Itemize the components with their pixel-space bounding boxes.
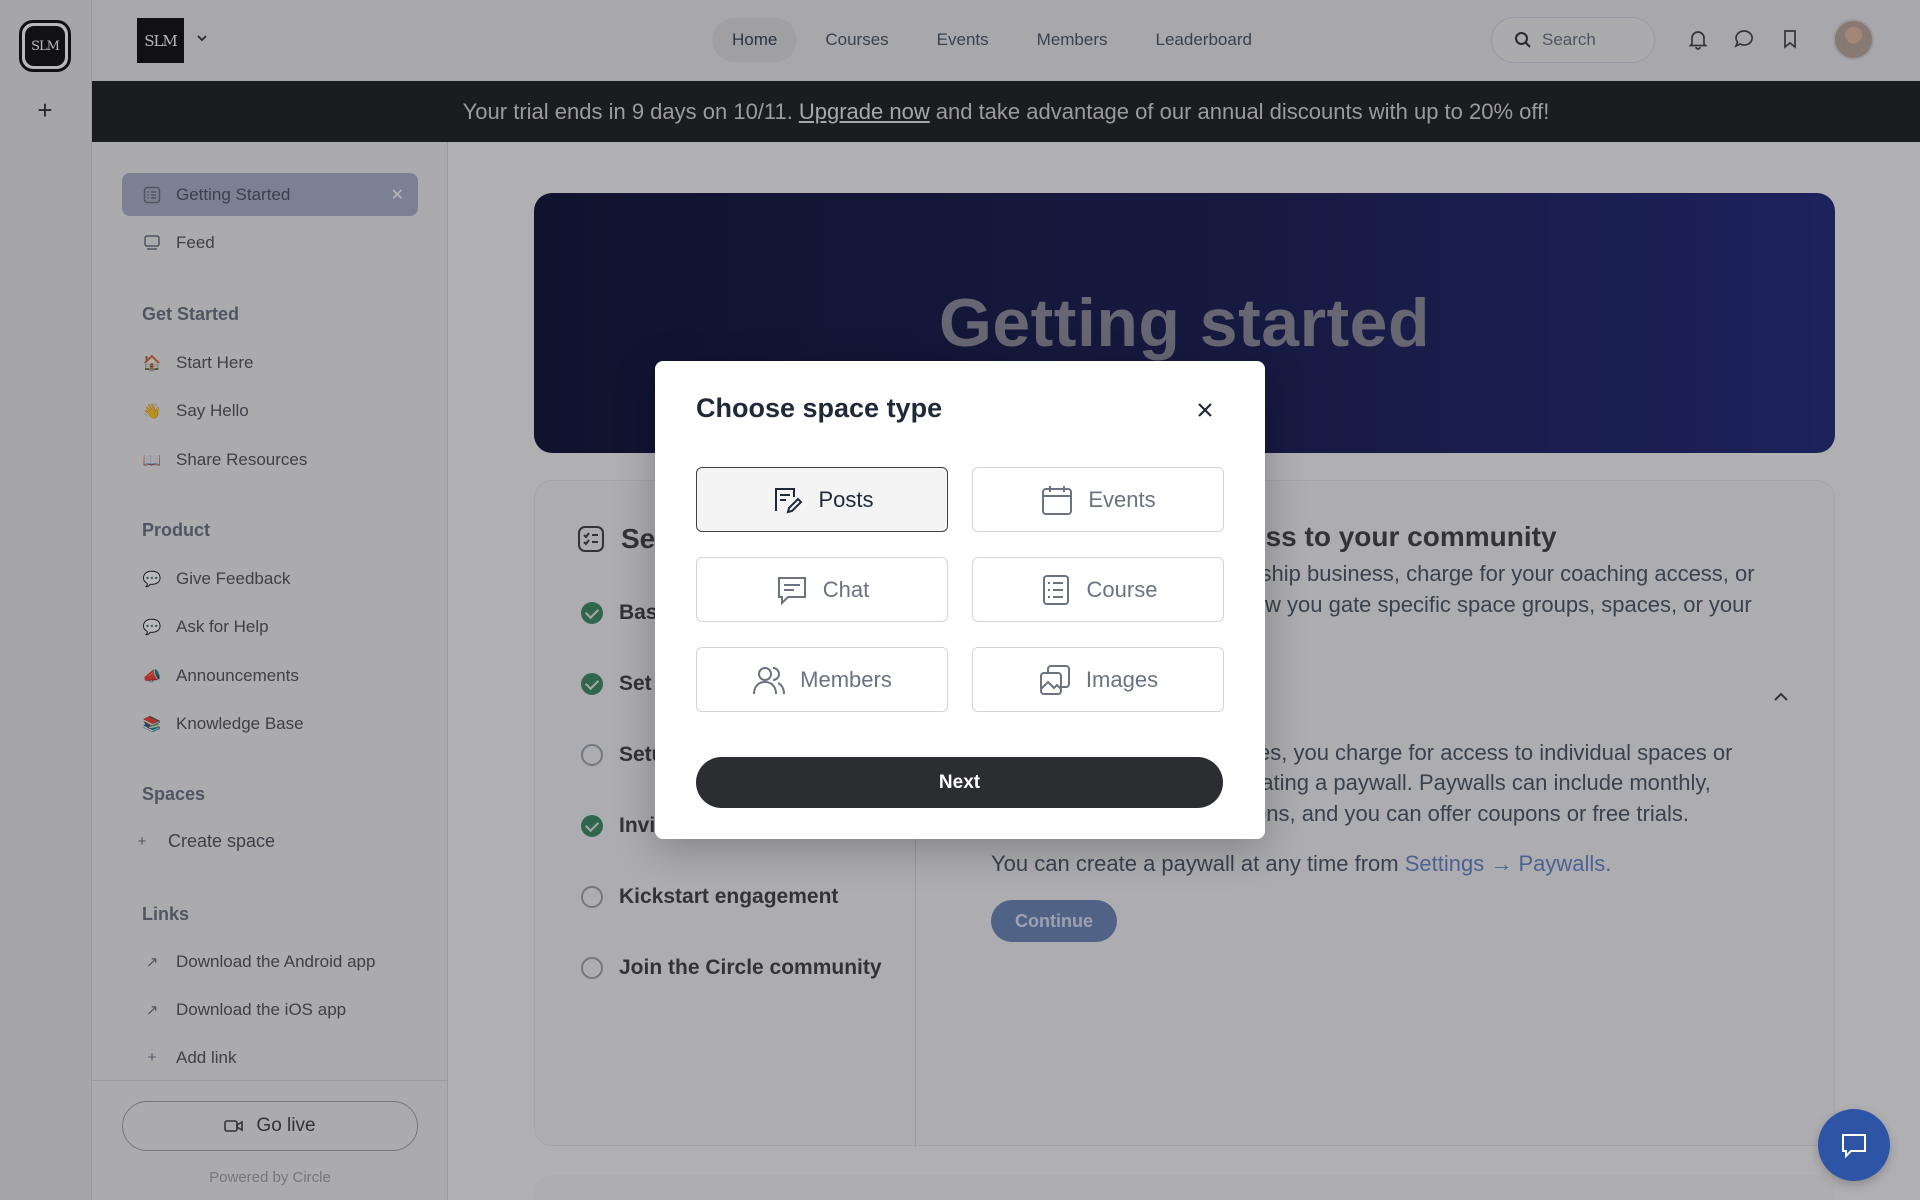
modal-title: Choose space type [696, 393, 943, 423]
images-icon [1039, 664, 1070, 695]
option-label: Course [1086, 576, 1158, 602]
option-label: Events [1088, 486, 1156, 512]
support-chat-button[interactable] [1818, 1109, 1890, 1181]
space-type-posts[interactable]: Posts [696, 467, 948, 532]
space-type-events[interactable]: Events [972, 467, 1224, 532]
members-icon [753, 666, 786, 694]
next-button[interactable]: Next [696, 757, 1223, 808]
close-icon[interactable] [1192, 397, 1218, 423]
calendar-icon [1042, 485, 1073, 515]
chat-icon [777, 576, 806, 605]
space-type-members[interactable]: Members [696, 647, 948, 712]
chat-bubble-icon [1842, 1134, 1866, 1159]
option-label: Images [1085, 666, 1159, 692]
space-type-course[interactable]: Course [972, 557, 1224, 622]
choose-space-type-modal: Choose space type Posts Events Chat Cour… [655, 361, 1265, 839]
space-type-chat[interactable]: Chat [696, 557, 948, 622]
posts-icon [775, 487, 803, 513]
option-label: Members [800, 666, 892, 692]
option-label: Posts [818, 486, 874, 512]
space-type-images[interactable]: Images [972, 647, 1224, 712]
option-label: Chat [822, 576, 870, 602]
course-icon [1042, 574, 1069, 605]
